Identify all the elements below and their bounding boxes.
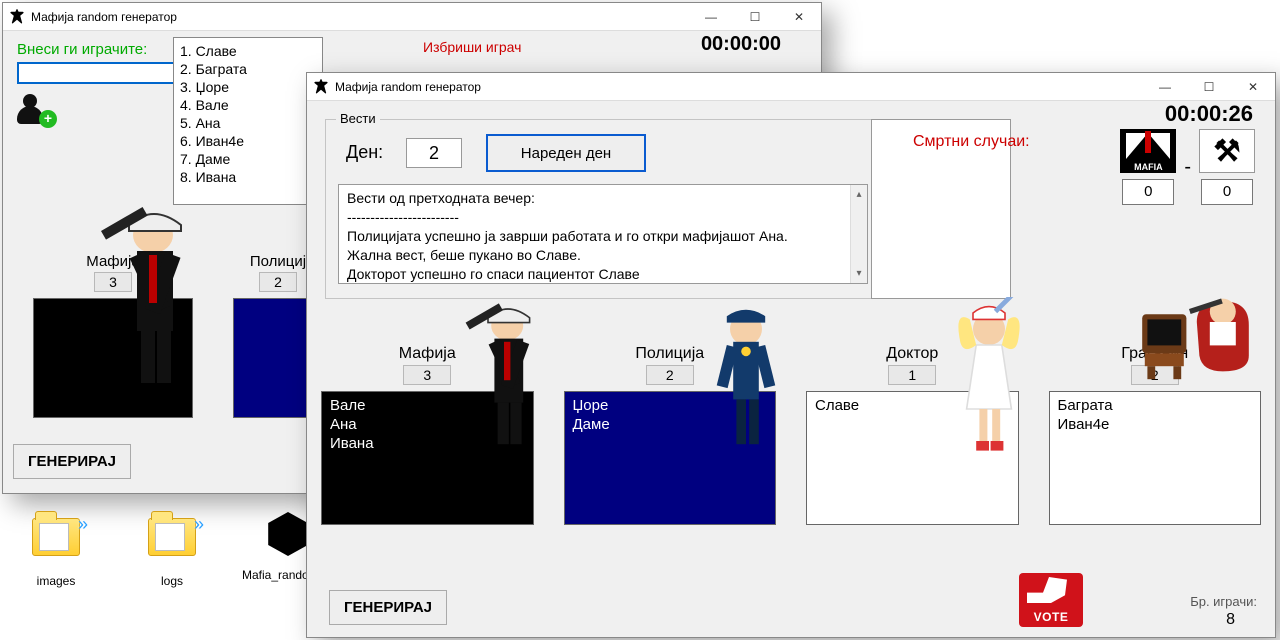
member: Славе [815, 396, 1010, 415]
list-item[interactable]: 7. Даме [180, 150, 316, 168]
news-legend: Вести [336, 111, 380, 126]
add-player-icon[interactable]: + [17, 94, 55, 126]
member: Вале [330, 396, 525, 415]
mobster-icon [89, 199, 209, 399]
member: Баграта [1058, 396, 1253, 415]
role-count: 3 [403, 365, 451, 385]
role-members-box: Џоре Даме [564, 391, 777, 525]
role-label: Доктор [806, 345, 1019, 363]
player-list[interactable]: 1. Славе 2. Баграта 3. Џоре 4. Вале 5. А… [173, 37, 323, 205]
list-item[interactable]: 6. Иван4е [180, 132, 316, 150]
close-button[interactable]: ✕ [1231, 73, 1275, 101]
delete-player-label[interactable]: Избриши играч [423, 39, 521, 55]
app-icon [9, 9, 25, 25]
player-name-input[interactable] [17, 62, 175, 84]
timer: 00:00:26 [1165, 101, 1253, 127]
entry-label: Внеси ги играчите: [17, 41, 807, 58]
list-item[interactable]: 5. Ана [180, 114, 316, 132]
list-item[interactable]: 3. Џоре [180, 78, 316, 96]
role-label: Полиција [564, 345, 777, 363]
news-group: Вести Ден: 2 Нареден ден Вести од претхо… [325, 119, 881, 299]
window-title: Мафија random генератор [31, 10, 689, 24]
day-label: Ден: [346, 142, 383, 163]
scorebar: MAFIA 0 - ⚒ 0 [1120, 129, 1255, 205]
folder-images[interactable]: » images [10, 506, 102, 588]
vote-button[interactable]: VOTE [1019, 573, 1083, 627]
mafia-tile-icon: MAFIA [1120, 129, 1176, 173]
titlebar[interactable]: Мафија random генератор — ☐ ✕ [3, 3, 821, 31]
next-day-button[interactable]: Нареден ден [486, 134, 646, 172]
list-item[interactable]: 1. Славе [180, 42, 316, 60]
member: Иван4е [1058, 415, 1253, 434]
role-members-box: Баграта Иван4е [1049, 391, 1262, 525]
role-count: 2 [1131, 365, 1179, 385]
news-line: Жална вест, беше пукано во Славе. [347, 246, 847, 265]
icon-label: images [10, 574, 102, 588]
news-line: Докторот успешно го спаси пациентот Слав… [347, 265, 847, 284]
window-title: Мафија random генератор [335, 80, 1143, 94]
role-mafia: Мафија 3 Вале Ана Ивана [321, 345, 534, 525]
member: Ивана [330, 434, 525, 453]
vote-hand-icon [1027, 577, 1067, 603]
score-dash: - [1182, 156, 1193, 179]
member: Џоре [573, 396, 768, 415]
role-doctor: Доктор 1 Славе [806, 345, 1019, 525]
news-line: Вести од претходната вечер: [347, 189, 847, 208]
role-count: 2 [646, 365, 694, 385]
roles-row: Мафија 3 Вале Ана Ивана Полиција 2 Џоре … [321, 345, 1261, 525]
titlebar[interactable]: Мафија random генератор — ☐ ✕ [307, 73, 1275, 101]
foreground-window: Мафија random генератор — ☐ ✕ Вести Ден:… [306, 72, 1276, 638]
role-count: 1 [888, 365, 936, 385]
news-line: Полицијата успешно ја заврши работата и … [347, 227, 847, 246]
app-icon [313, 79, 329, 95]
score-mafia: 0 [1122, 179, 1174, 205]
gavel-icon: ⚒ [1214, 134, 1241, 169]
score-citizens: 0 [1201, 179, 1253, 205]
maximize-button[interactable]: ☐ [1187, 73, 1231, 101]
players-count-value: 8 [1226, 611, 1235, 629]
role-label: Мафија [321, 345, 534, 363]
role-count: 2 [259, 272, 297, 292]
generate-button[interactable]: ГЕНЕРИРАЈ [329, 590, 447, 625]
list-item[interactable]: 8. Ивана [180, 168, 316, 186]
news-textarea[interactable]: Вести од претходната вечер: ------------… [338, 184, 868, 284]
member: Ана [330, 415, 525, 434]
list-item[interactable]: 4. Вале [180, 96, 316, 114]
member: Даме [573, 415, 768, 434]
folder-logs[interactable]: » logs [126, 506, 218, 588]
role-members-box: Вале Ана Ивана [321, 391, 534, 525]
minimize-button[interactable]: — [1143, 73, 1187, 101]
vote-label: VOTE [1034, 610, 1069, 624]
gavel-tile-icon: ⚒ [1199, 129, 1255, 173]
players-count-label: Бр. играчи: [1190, 594, 1257, 609]
minimize-button[interactable]: — [689, 3, 733, 31]
role-citizen: Граѓанин 2 Баграта Иван4е [1049, 345, 1262, 525]
icon-label: logs [126, 574, 218, 588]
scrollbar[interactable] [850, 185, 867, 283]
role-label: Граѓанин [1049, 345, 1262, 363]
day-value: 2 [406, 138, 462, 168]
role-police: Полиција 2 Џоре Даме [564, 345, 777, 525]
close-button[interactable]: ✕ [777, 3, 821, 31]
role-members-box: Славе [806, 391, 1019, 525]
news-line: ------------------------ [347, 208, 847, 227]
deaths-label: Смртни случаи: [913, 133, 1030, 151]
mafia-word: MAFIA [1120, 162, 1176, 172]
maximize-button[interactable]: ☐ [733, 3, 777, 31]
list-item[interactable]: 2. Баграта [180, 60, 316, 78]
timer: 00:00:00 [701, 33, 781, 56]
generate-button[interactable]: ГЕНЕРИРАЈ [13, 444, 131, 479]
